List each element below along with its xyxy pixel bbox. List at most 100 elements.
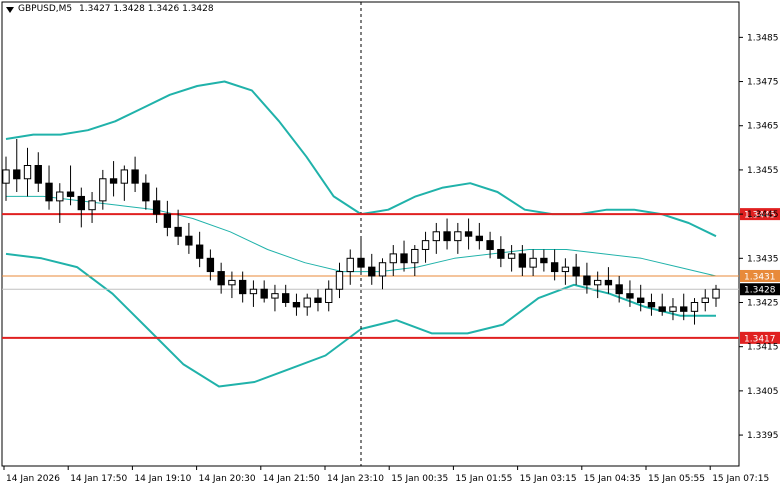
candle[interactable] (572, 253, 580, 285)
candle[interactable] (195, 231, 204, 268)
candle[interactable] (540, 249, 548, 272)
candle-body-bear (464, 231, 473, 237)
candle[interactable] (249, 280, 258, 307)
candle-body-bear (185, 235, 193, 246)
candle-body-bear (152, 200, 161, 215)
x-tick-label: 14 Jan 2026 (6, 474, 60, 484)
candle[interactable] (454, 222, 462, 254)
candle[interactable] (131, 156, 139, 193)
candle-body-bear (206, 257, 215, 273)
x-tick-label: 15 Jan 00:35 (391, 474, 448, 484)
candle-body-bull (271, 293, 279, 299)
candle[interactable] (411, 245, 419, 276)
candle-body-bull (701, 297, 709, 303)
x-tick-label: 14 Jan 19:10 (134, 474, 191, 484)
candle[interactable] (378, 258, 387, 290)
candle-body-bear (647, 301, 656, 308)
y-tick-label: 1.3465 (747, 122, 779, 132)
y-tick-label: 1.3415 (747, 343, 779, 353)
candle-body-bear (583, 275, 591, 286)
candle[interactable] (314, 289, 322, 312)
x-tick-label: 15 Jan 07:15 (712, 474, 769, 484)
candle-body-bear (77, 195, 85, 211)
candle-body-bear (34, 165, 42, 184)
candle-body-bull (432, 231, 440, 242)
candle-body-bear (282, 293, 290, 303)
candle[interactable] (701, 289, 709, 312)
candle[interactable] (56, 183, 64, 223)
candle-body-bull (421, 240, 430, 250)
candle[interactable] (647, 293, 656, 316)
candle-body-bull (23, 165, 32, 180)
candle[interactable] (23, 147, 32, 197)
candle-body-bear (163, 213, 172, 228)
candle-body-bear (109, 178, 118, 184)
candle[interactable] (142, 174, 150, 210)
candle[interactable] (561, 258, 570, 285)
candle[interactable] (109, 161, 118, 197)
candle[interactable] (335, 262, 344, 299)
candle-body-bear (604, 279, 613, 286)
candle-body-bear (443, 231, 451, 242)
candle-body-bear (260, 288, 268, 299)
candle-body-bear (518, 253, 527, 268)
candle-body-bull (249, 288, 258, 295)
candle[interactable] (346, 249, 354, 285)
candle-body-bull (593, 279, 602, 286)
candle[interactable] (13, 138, 21, 193)
y-tick-label: 1.3455 (747, 166, 779, 176)
price-chart[interactable]: 1.34451.34171.34311.3428 1.34851.34751.3… (0, 0, 781, 489)
candle[interactable] (400, 240, 408, 272)
candle-body-bull (228, 279, 236, 286)
candle-body-bear (292, 301, 301, 308)
candle[interactable] (357, 236, 365, 272)
y-tick-label: 1.3445 (747, 210, 779, 220)
candle[interactable] (507, 245, 516, 272)
x-tick-label: 15 Jan 01:55 (455, 474, 512, 484)
candle-body-bear (615, 284, 623, 295)
dropdown-triangle-icon[interactable] (6, 7, 14, 13)
y-tick-label: 1.3435 (747, 254, 779, 264)
y-tick-label: 1.3475 (747, 78, 779, 88)
candle[interactable] (529, 249, 537, 276)
candle[interactable] (443, 218, 451, 250)
y-tick-label: 1.3395 (747, 431, 779, 441)
y-tick-label: 1.3485 (747, 33, 779, 43)
candle[interactable] (260, 280, 268, 303)
plot-border (1, 1, 740, 467)
candle[interactable] (282, 284, 290, 307)
candle[interactable] (34, 152, 42, 193)
symbol-label: GBPUSD,M5 (18, 4, 73, 14)
candle[interactable] (163, 200, 172, 237)
candle[interactable] (303, 293, 311, 316)
candle-body-bull (712, 288, 720, 299)
candle-body-bull (411, 248, 419, 264)
candle[interactable] (690, 298, 699, 325)
candle-body-bull (325, 288, 333, 303)
candle-body-bull (507, 253, 516, 259)
candle[interactable] (368, 253, 376, 285)
candle-body-bear (497, 248, 505, 259)
candle-body-bear (680, 306, 688, 312)
candle[interactable] (88, 192, 96, 223)
candle[interactable] (669, 298, 677, 321)
candle[interactable] (464, 218, 473, 250)
candle[interactable] (712, 284, 720, 307)
candle-body-bear (131, 169, 139, 184)
candle[interactable] (120, 165, 129, 201)
candle[interactable] (185, 222, 193, 254)
candle[interactable] (475, 222, 484, 250)
candle[interactable] (432, 222, 440, 254)
candle[interactable] (421, 231, 430, 263)
candle-body-bear (66, 191, 75, 197)
candle[interactable] (292, 293, 301, 316)
candle[interactable] (2, 156, 10, 201)
candle[interactable] (77, 187, 85, 228)
candle[interactable] (325, 280, 333, 312)
candle[interactable] (497, 236, 505, 268)
candle[interactable] (152, 187, 161, 223)
x-tick-label: 14 Jan 20:30 (199, 474, 256, 484)
candle[interactable] (45, 165, 53, 210)
price-tag-label: 1.3431 (744, 272, 776, 282)
candle[interactable] (389, 245, 397, 276)
